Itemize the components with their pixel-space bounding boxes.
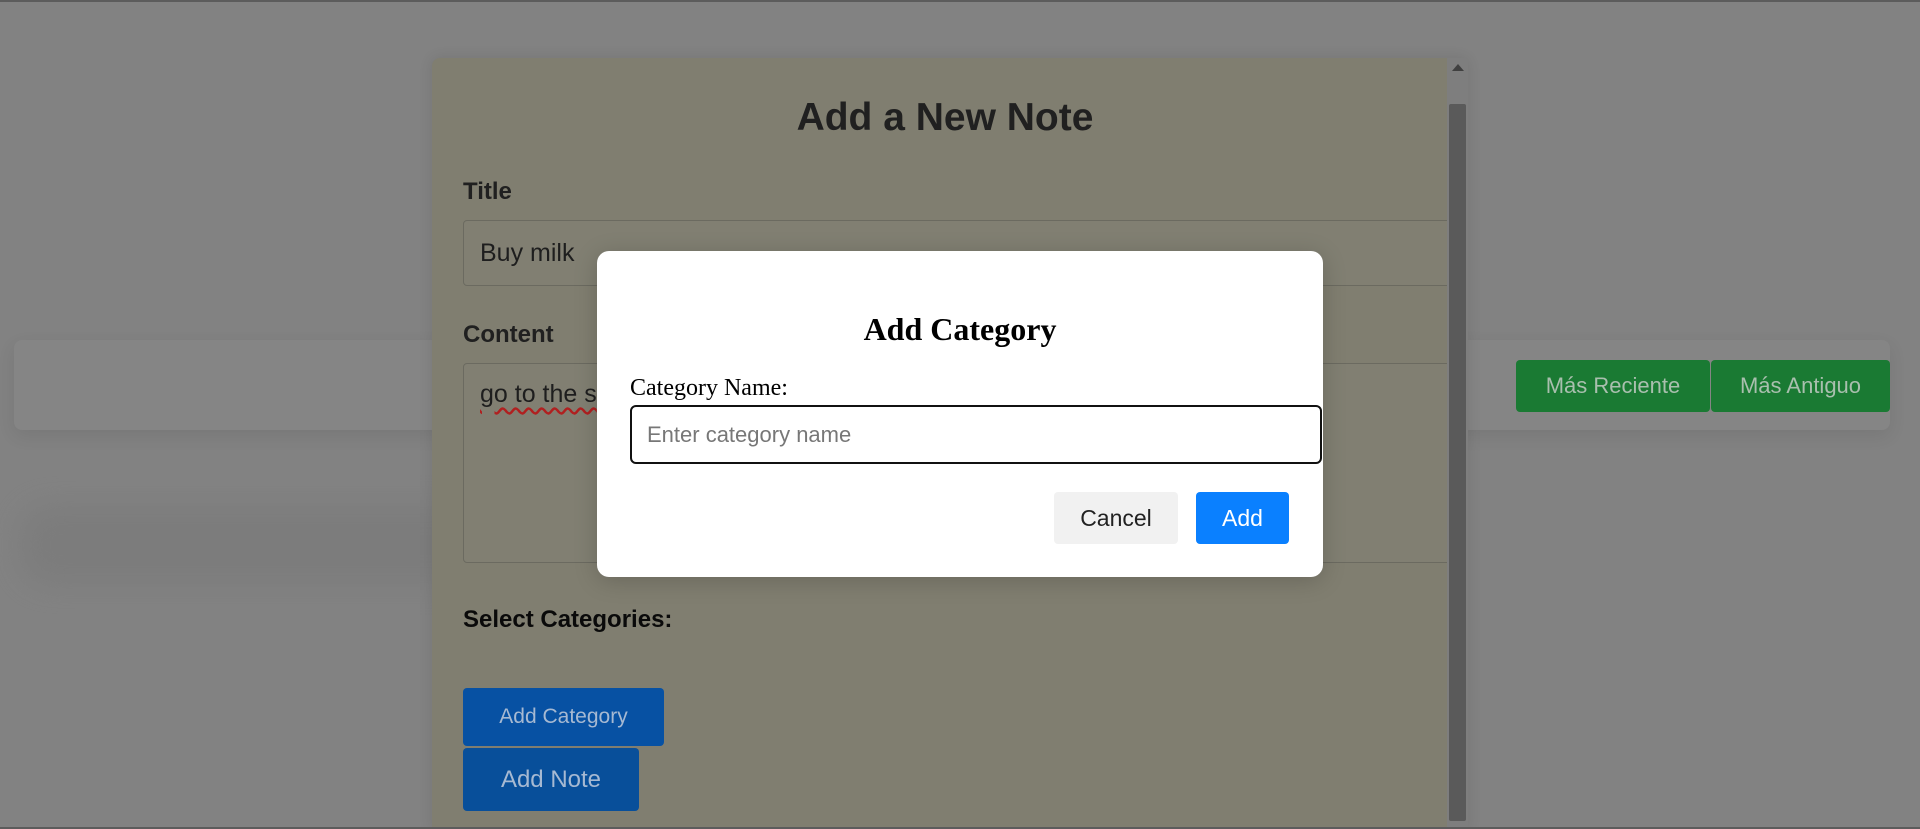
background-card [20, 505, 480, 585]
modal-title: Add Category [863, 311, 1057, 347]
cancel-button[interactable]: Cancel [1054, 492, 1178, 544]
category-name-label: Category Name: [630, 375, 788, 401]
scroll-up-button[interactable] [1447, 58, 1468, 102]
sort-oldest-button[interactable]: Más Antiguo [1711, 360, 1890, 412]
note-form-heading: Add a New Note [796, 96, 1094, 139]
add-button[interactable]: Add [1196, 492, 1289, 544]
add-category-modal: Add Category Category Name: Cancel Add [597, 251, 1323, 577]
title-input-value: Buy milk [480, 239, 575, 267]
sort-newest-button[interactable]: Más Reciente [1516, 360, 1710, 412]
scrollbar-thumb[interactable] [1449, 104, 1466, 821]
category-name-input[interactable] [630, 405, 1322, 464]
vertical-scrollbar[interactable] [1447, 58, 1468, 829]
title-label: Title [463, 178, 512, 205]
content-label: Content [463, 321, 554, 348]
chevron-up-icon [1451, 64, 1464, 71]
categories-label: Select Categories: [463, 606, 673, 633]
add-category-button[interactable]: Add Category [463, 688, 664, 746]
content-textarea-value: go to the s [480, 380, 597, 408]
top-border [0, 0, 1920, 2]
add-note-button[interactable]: Add Note [463, 748, 639, 811]
